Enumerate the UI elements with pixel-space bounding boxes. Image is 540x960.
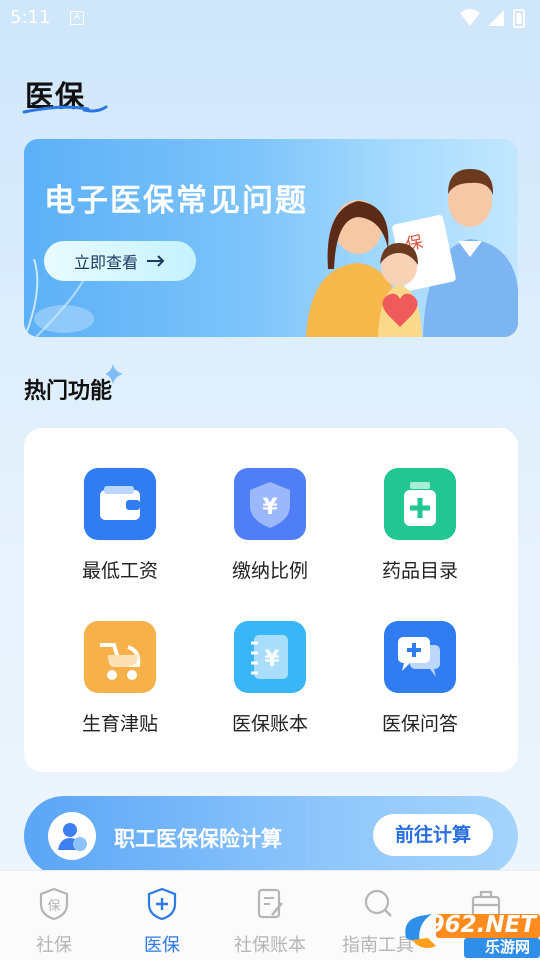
grid-item-label: 医保问答: [381, 713, 458, 735]
grid-item-maternity-allowance[interactable]: 生育津贴: [55, 621, 185, 751]
chat-plus-icon: [384, 621, 456, 693]
status-bar: 5:11 A: [0, 0, 540, 36]
go-calculate-button[interactable]: 前往计算: [373, 814, 493, 856]
tab-medical-insurance[interactable]: 医保: [108, 887, 216, 957]
grid-item-label: 最低工资: [81, 560, 158, 582]
notebook-pen-icon: [257, 888, 283, 919]
shield-bao-icon: 保: [39, 887, 69, 921]
tab-label: 社保: [36, 935, 72, 956]
battery-icon: [513, 9, 525, 28]
notification-icon: A: [70, 11, 84, 25]
watermark-subtext: 乐游网: [484, 938, 530, 956]
tab-label: 医保: [144, 935, 180, 956]
grid-item-drug-catalog[interactable]: 药品目录: [355, 468, 485, 598]
grid-item-payment-ratio[interactable]: ¥ 缴纳比例: [205, 468, 335, 598]
shield-plus-icon: [147, 887, 177, 921]
grid-item-label: 生育津贴: [81, 713, 158, 735]
banner-title: 电子医保常见问题: [44, 183, 308, 219]
hot-functions-title: 热门功能: [24, 379, 113, 404]
tab-social-account-book[interactable]: 社保账本: [216, 887, 324, 957]
status-time: 5:11: [10, 7, 51, 28]
search-icon: [364, 889, 392, 917]
wifi-icon: [460, 9, 480, 26]
calculator-title: 职工医保保险计算: [114, 827, 282, 851]
svg-text:¥: ¥: [264, 647, 280, 672]
user-calc-icon: [48, 812, 96, 860]
sparkle-decoration: [105, 364, 123, 384]
view-now-button[interactable]: 立即查看: [44, 241, 196, 281]
faq-banner[interactable]: 电子医保常见问题 立即查看 保: [24, 139, 518, 337]
insurance-calculator-banner[interactable]: 职工医保保险计算 前往计算: [24, 796, 518, 876]
view-now-label: 立即查看: [73, 253, 138, 272]
yuan-shield-icon: ¥: [234, 468, 306, 540]
medicine-bottle-icon: [384, 468, 456, 540]
grid-item-min-wage[interactable]: 最低工资: [55, 468, 185, 598]
grid-item-label: 药品目录: [381, 560, 458, 582]
grid-item-label: 缴纳比例: [231, 560, 308, 582]
site-watermark: 962.NET 乐游网: [402, 910, 540, 960]
watermark-text: 962.NET: [428, 912, 536, 938]
svg-text:保: 保: [47, 899, 60, 914]
grid-item-medical-account-book[interactable]: ¥ 医保账本: [205, 621, 335, 751]
grid-item-label: 医保账本: [231, 713, 308, 735]
yuan-notebook-icon: ¥: [234, 621, 306, 693]
tab-social-security[interactable]: 保 社保: [0, 887, 108, 957]
grid-item-medical-qa[interactable]: 医保问答: [355, 621, 485, 751]
baby-stroller-icon: [84, 621, 156, 693]
arrow-right-icon: [147, 255, 165, 267]
wallet-icon: [84, 468, 156, 540]
status-icons: [458, 8, 530, 34]
title-underline-decoration: [22, 105, 108, 114]
family-illustration: 保: [306, 169, 518, 337]
hot-functions-grid: 最低工资 ¥ 缴纳比例 药品目录 生育津贴 ¥ 医保账本 医保问答: [24, 428, 518, 772]
tab-label: 社保账本: [234, 935, 306, 956]
svg-text:¥: ¥: [262, 495, 278, 520]
signal-icon: [488, 10, 504, 26]
